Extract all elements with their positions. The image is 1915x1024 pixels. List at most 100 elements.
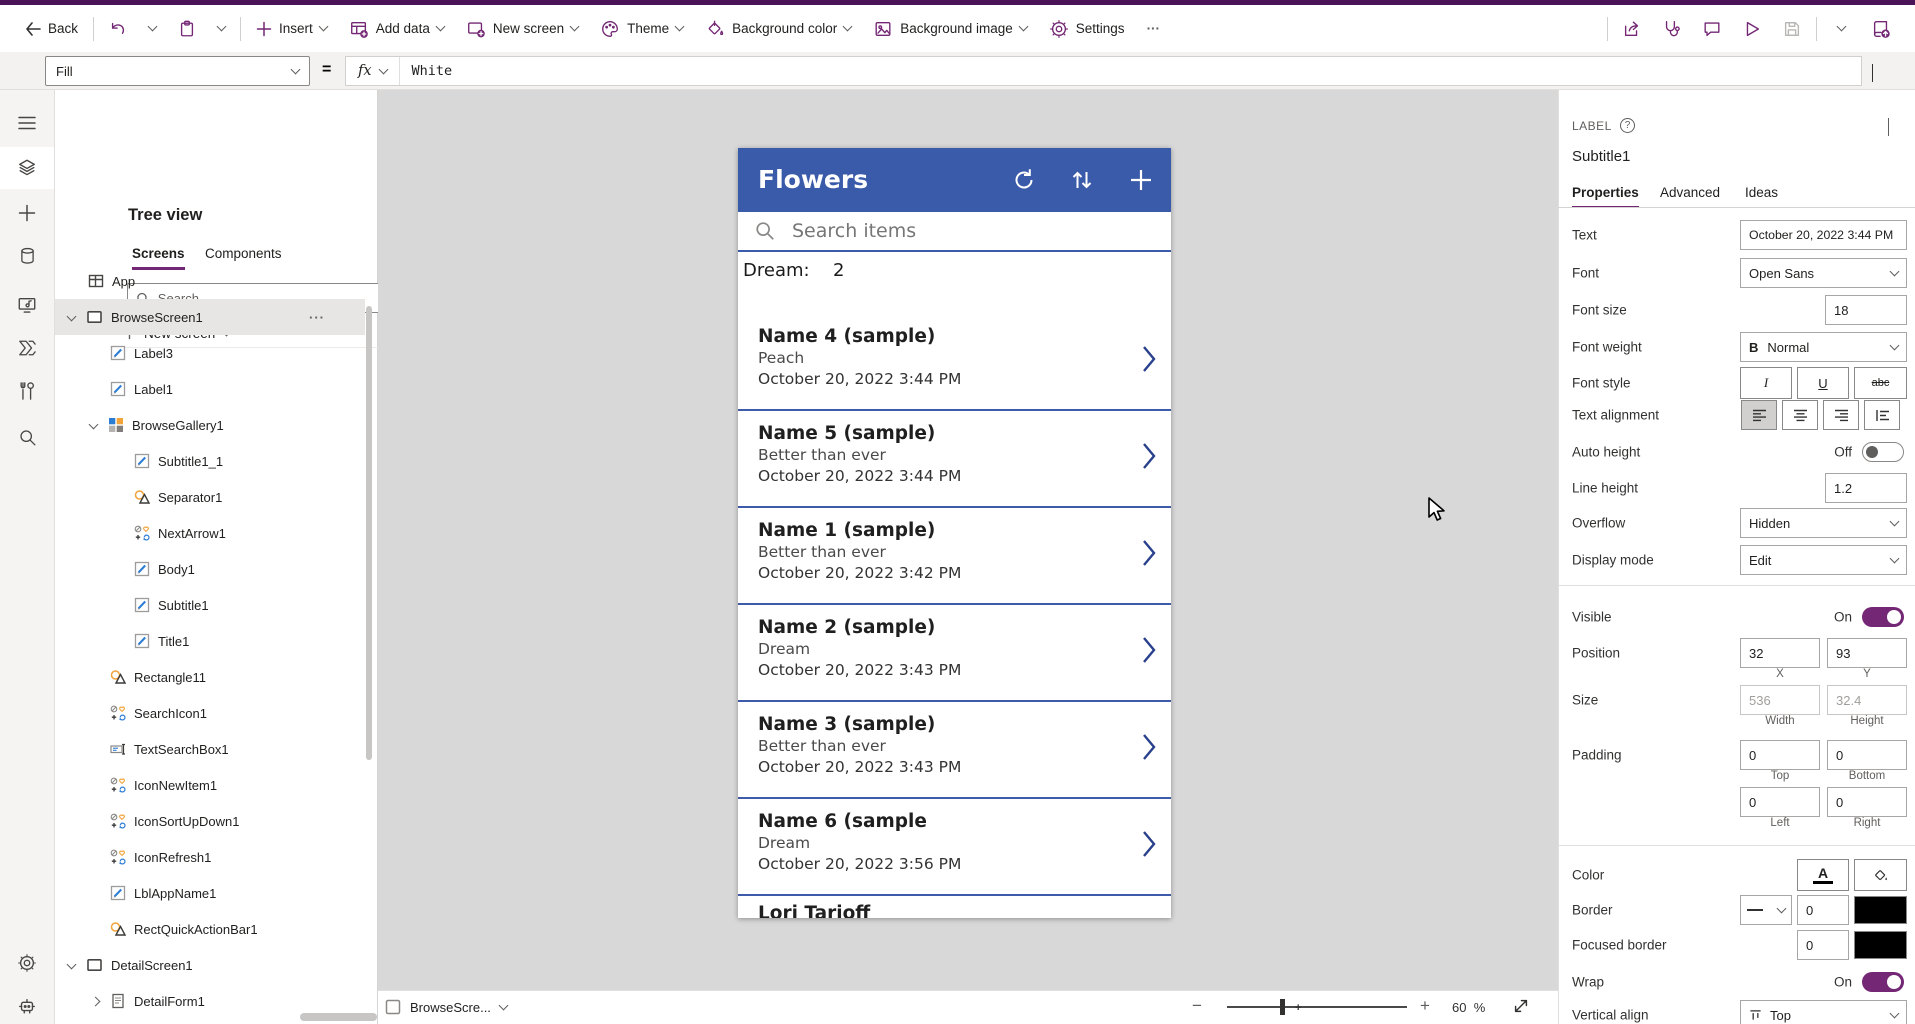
item-more-button[interactable]: ··· — [309, 310, 325, 325]
property-selector[interactable]: Fill — [45, 56, 310, 86]
zoom-slider-track[interactable] — [1227, 1006, 1407, 1008]
tree-item-nextarrow1[interactable]: NextArrow1 — [55, 515, 365, 551]
fill-color-button[interactable] — [1854, 859, 1907, 891]
rail-power-automate-button[interactable] — [0, 327, 54, 369]
size-height-input[interactable]: 32.4 — [1827, 685, 1907, 715]
border-width-input[interactable]: 0 — [1797, 895, 1849, 925]
padding-bottom-input[interactable]: 0 — [1827, 740, 1907, 770]
gallery-item[interactable]: Name 2 (sample) Dream October 20, 2022 3… — [738, 605, 1171, 702]
share-button[interactable] — [1612, 12, 1652, 46]
wrap-toggle[interactable] — [1862, 972, 1904, 992]
app-search-box[interactable]: Search items — [738, 212, 1171, 252]
insert-menu[interactable]: Insert — [245, 12, 338, 46]
tree-item-label1[interactable]: Label1 — [55, 371, 365, 407]
padding-left-input[interactable]: 0 — [1740, 787, 1820, 817]
tree-item-textsearchbox1[interactable]: TextSearchBox1 — [55, 731, 365, 767]
font-size-input[interactable]: 18 — [1825, 295, 1907, 325]
tree-item-app[interactable]: App — [55, 263, 365, 299]
zoom-out-button[interactable]: − — [1192, 996, 1202, 1016]
padding-right-input[interactable]: 0 — [1827, 787, 1907, 817]
font-color-button[interactable]: A — [1797, 859, 1849, 891]
app-preview-screen[interactable]: Flowers Search items Dream: 2 Name 4 (sa… — [738, 148, 1171, 918]
strikethrough-button[interactable]: abc — [1854, 367, 1907, 399]
rail-advanced-tools-button[interactable] — [0, 370, 54, 412]
undo-button[interactable] — [98, 12, 138, 46]
focused-border-width-input[interactable]: 0 — [1797, 930, 1849, 960]
tree-item-rectquickactionbar1[interactable]: RectQuickActionBar1 — [55, 911, 365, 947]
save-options-chevron[interactable] — [1821, 12, 1861, 46]
overflow-dropdown[interactable]: Hidden — [1740, 508, 1907, 538]
tab-screens[interactable]: Screens — [132, 246, 185, 261]
next-arrow-icon[interactable] — [1140, 342, 1158, 376]
tree-panel-hscroll[interactable] — [300, 1013, 377, 1021]
font-dropdown[interactable]: Open Sans — [1740, 258, 1907, 288]
new-screen-menu[interactable]: New screen — [455, 12, 589, 46]
gallery-item[interactable]: Name 3 (sample) Better than ever October… — [738, 702, 1171, 799]
position-y-input[interactable]: 93 — [1827, 638, 1907, 668]
help-icon[interactable]: ? — [1620, 118, 1635, 133]
underline-button[interactable]: U — [1797, 367, 1849, 399]
tab-advanced[interactable]: Advanced — [1660, 185, 1720, 200]
tree-panel-vscroll[interactable] — [366, 306, 372, 760]
add-item-icon[interactable] — [1127, 166, 1155, 194]
rail-media-button[interactable] — [0, 284, 54, 326]
align-left-button[interactable] — [1741, 400, 1777, 430]
tree-item-separator1[interactable]: Separator1 — [55, 479, 365, 515]
collapse-panel-chevron[interactable] — [1888, 118, 1889, 136]
screen-selector[interactable]: BrowseScre... — [385, 997, 507, 1017]
tree-item-rectangle11[interactable]: Rectangle11 — [55, 659, 365, 695]
gallery-item[interactable]: Name 1 (sample) Better than ever October… — [738, 508, 1171, 605]
tree-item-title1[interactable]: Title1 — [55, 623, 365, 659]
next-arrow-icon[interactable] — [1140, 633, 1158, 667]
next-arrow-icon[interactable] — [1140, 827, 1158, 861]
align-justify-button[interactable] — [1864, 400, 1900, 430]
tree-item-label3[interactable]: Label3 — [55, 335, 365, 371]
fit-to-window-icon[interactable] — [1512, 997, 1530, 1015]
background-color-menu[interactable]: Background color — [694, 12, 862, 46]
padding-top-input[interactable]: 0 — [1740, 740, 1820, 770]
visible-toggle[interactable] — [1862, 607, 1904, 627]
text-value-input[interactable]: October 20, 2022 3:44 PM — [1740, 220, 1907, 250]
tree-item-searchicon1[interactable]: SearchIcon1 — [55, 695, 365, 731]
rail-data-button[interactable] — [0, 235, 54, 277]
tab-ideas[interactable]: Ideas — [1745, 185, 1778, 200]
font-weight-dropdown[interactable]: BNormal — [1740, 332, 1907, 362]
comments-button[interactable] — [1692, 12, 1732, 46]
zoom-slider-handle[interactable] — [1280, 999, 1285, 1015]
next-arrow-icon[interactable] — [1140, 730, 1158, 764]
tree-item-browsescreen1[interactable]: BrowseScreen1··· — [55, 299, 365, 335]
add-data-menu[interactable]: Add data — [338, 12, 455, 46]
gallery-item[interactable]: Name 6 (sample Dream October 20, 2022 3:… — [738, 799, 1171, 896]
rail-insert-button[interactable] — [0, 192, 54, 234]
gallery-item[interactable]: Name 4 (sample) Peach October 20, 2022 3… — [738, 314, 1171, 411]
theme-menu[interactable]: Theme — [589, 12, 694, 46]
display-mode-dropdown[interactable]: Edit — [1740, 545, 1907, 575]
align-center-button[interactable] — [1782, 400, 1818, 430]
rail-search-button[interactable] — [0, 416, 54, 458]
preview-app-button[interactable] — [1732, 12, 1772, 46]
gallery-item-partial[interactable]: Lori Tarioff — [738, 896, 1171, 918]
italic-button[interactable]: I — [1740, 367, 1792, 399]
position-x-input[interactable]: 32 — [1740, 638, 1820, 668]
more-commands-button[interactable]: ··· — [1136, 12, 1172, 46]
align-right-button[interactable] — [1823, 400, 1859, 430]
line-height-input[interactable]: 1.2 — [1825, 473, 1907, 503]
paste-button[interactable] — [167, 12, 207, 46]
tree-item-lblappname1[interactable]: LblAppName1 — [55, 875, 365, 911]
next-arrow-icon[interactable] — [1140, 536, 1158, 570]
rail-settings-button[interactable] — [0, 942, 54, 984]
refresh-icon[interactable] — [1010, 166, 1038, 194]
undo-menu-chevron[interactable] — [138, 12, 167, 46]
tree-item-iconnewitem1[interactable]: IconNewItem1 — [55, 767, 365, 803]
rail-tree-view-button[interactable] — [0, 147, 54, 189]
border-style-dropdown[interactable] — [1740, 895, 1792, 925]
fx-selector[interactable]: fx — [346, 57, 400, 85]
focused-border-color-swatch[interactable] — [1854, 931, 1907, 959]
sort-updown-icon[interactable] — [1068, 166, 1096, 194]
hamburger-menu-button[interactable] — [0, 102, 54, 144]
vertical-align-dropdown[interactable]: Top — [1740, 1000, 1907, 1024]
formula-input-area[interactable]: fx White — [345, 56, 1862, 86]
border-color-swatch[interactable] — [1854, 896, 1907, 924]
paste-menu-chevron[interactable] — [207, 12, 236, 46]
tree-item-detailscreen1[interactable]: DetailScreen1 — [55, 947, 365, 983]
